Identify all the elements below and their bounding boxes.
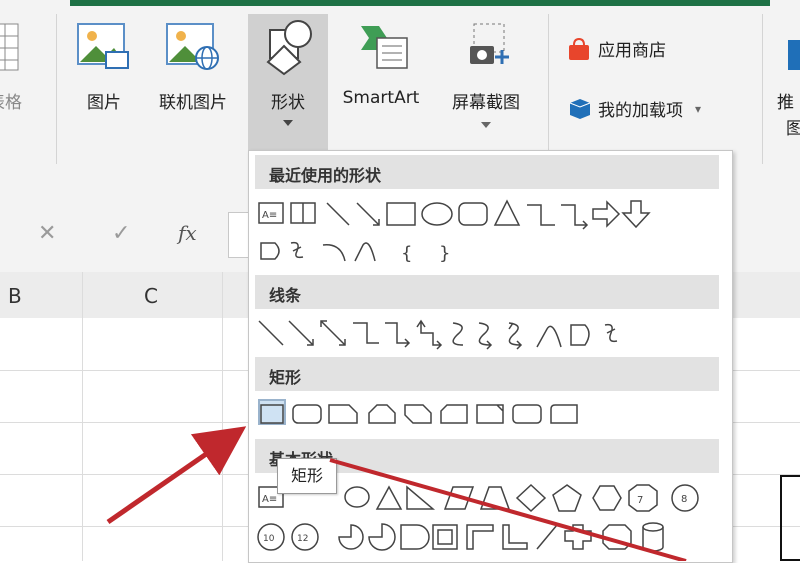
dropdown-arrow-icon bbox=[481, 122, 491, 128]
smartart-button[interactable]: SmartArt bbox=[332, 14, 430, 124]
cancel-icon[interactable]: ✕ bbox=[38, 221, 56, 246]
pictures-button[interactable]: 图片 bbox=[72, 14, 136, 124]
svg-text:10: 10 bbox=[263, 534, 275, 544]
svg-text:A≡: A≡ bbox=[262, 210, 277, 221]
insert-function-icon[interactable]: fx bbox=[178, 221, 197, 245]
shapes-label: 形状 bbox=[271, 93, 305, 113]
picture-icon bbox=[77, 23, 129, 69]
category-recent-shapes: 最近使用的形状 bbox=[255, 155, 719, 189]
table-label: 表格 bbox=[0, 93, 22, 113]
ribbon-separator bbox=[56, 14, 57, 164]
online-picture-icon bbox=[166, 23, 219, 70]
category-label: 最近使用的形状 bbox=[269, 166, 382, 185]
grid-col-line bbox=[222, 272, 223, 561]
category-rectangles: 矩形 bbox=[255, 357, 719, 391]
app-store-button[interactable]: 应用商店 bbox=[566, 36, 666, 61]
pictures-label: 图片 bbox=[87, 93, 121, 113]
addins-icon bbox=[569, 98, 591, 119]
category-label: 线条 bbox=[269, 286, 302, 305]
formula-input[interactable] bbox=[228, 212, 250, 258]
my-addins-label: 我的加载项 bbox=[598, 101, 683, 121]
lines-row[interactable] bbox=[257, 315, 725, 351]
store-bag-icon bbox=[569, 37, 589, 60]
svg-text:8: 8 bbox=[681, 494, 687, 505]
inserted-rectangle-shape[interactable] bbox=[780, 475, 800, 561]
grid-col-line bbox=[82, 272, 83, 561]
category-label: 矩形 bbox=[269, 368, 302, 387]
ribbon-separator bbox=[762, 14, 763, 164]
my-addins-button[interactable]: 我的加载项 ▾ bbox=[566, 96, 701, 121]
rectangles-row[interactable] bbox=[257, 401, 725, 429]
app-store-label: 应用商店 bbox=[598, 41, 666, 61]
svg-text:7: 7 bbox=[637, 495, 643, 506]
chevron-down-icon: ▾ bbox=[695, 101, 702, 116]
screenshot-button[interactable]: 屏幕截图 bbox=[436, 14, 536, 150]
enter-icon[interactable]: ✓ bbox=[112, 221, 130, 246]
ribbon-separator bbox=[548, 14, 549, 164]
recommended-label-1: 推 bbox=[777, 93, 794, 113]
shapes-icon bbox=[266, 20, 312, 76]
svg-text:{: { bbox=[401, 243, 412, 264]
online-pictures-button[interactable]: 联机图片 bbox=[146, 14, 240, 124]
screenshot-label: 屏幕截图 bbox=[452, 93, 520, 113]
dropdown-arrow-icon bbox=[283, 120, 293, 126]
shapes-button[interactable]: 形状 bbox=[248, 14, 328, 150]
svg-text:12: 12 bbox=[297, 534, 308, 544]
recent-shapes-row[interactable]: A≡ { } bbox=[257, 197, 725, 269]
online-pictures-label: 联机图片 bbox=[159, 93, 227, 113]
smartart-icon bbox=[361, 26, 408, 69]
svg-text:A≡: A≡ bbox=[262, 494, 277, 505]
table-button[interactable]: 表格 bbox=[0, 14, 30, 113]
category-lines: 线条 bbox=[255, 275, 719, 309]
chart-icon bbox=[788, 40, 800, 70]
shape-tooltip: 矩形 bbox=[277, 458, 337, 494]
screenshot-icon bbox=[470, 23, 509, 64]
table-icon bbox=[0, 23, 19, 71]
column-header-b[interactable]: B bbox=[8, 284, 22, 308]
column-header-c[interactable]: C bbox=[144, 284, 158, 308]
svg-text:}: } bbox=[439, 243, 450, 264]
recommended-charts-button[interactable]: 推 图 bbox=[774, 14, 800, 154]
title-bar-accent bbox=[70, 0, 770, 6]
shapes-gallery: 最近使用的形状 A≡ { } 线条 矩形 A≡ 7 8 10 12 bbox=[248, 150, 733, 563]
recommended-label-2: 图 bbox=[786, 119, 800, 139]
smartart-label: SmartArt bbox=[342, 88, 420, 108]
